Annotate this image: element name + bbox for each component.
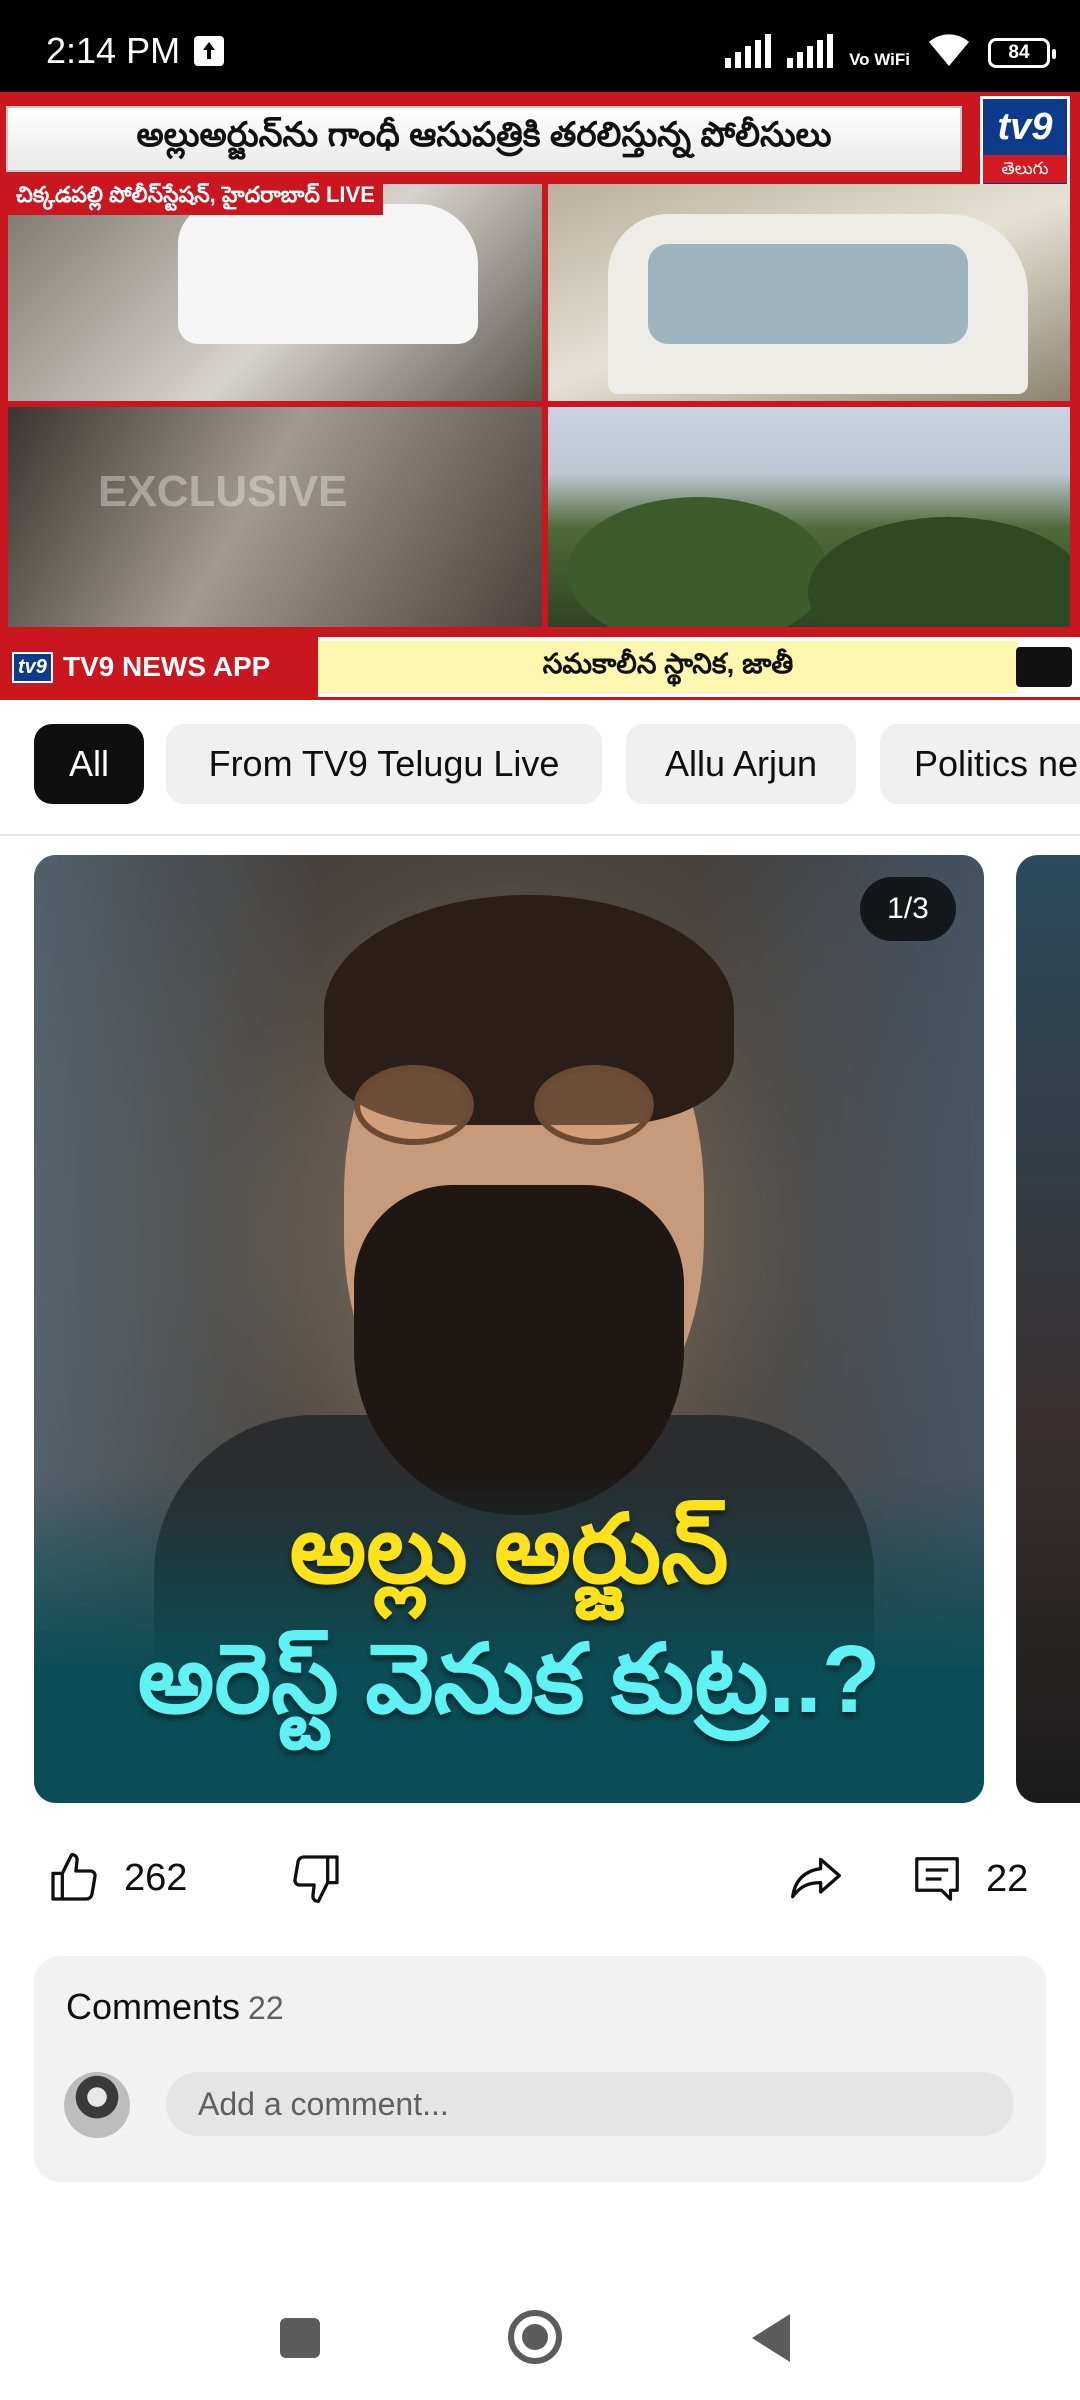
ticker-app-text: TV9 NEWS APP (62, 651, 271, 682)
image-counter: 1/3 (860, 877, 956, 941)
tv9-mini-logo: tv9 (12, 651, 53, 683)
chip-politics[interactable]: Politics ne (880, 724, 1080, 804)
video-feed-tile (548, 184, 1070, 401)
add-comment-input[interactable]: Add a comment... (166, 2072, 1014, 2136)
news-ticker: tv9 TV9 NEWS APP సమకాలీన స్థానిక, జాతీ (0, 637, 1080, 697)
status-bar: 2:14 PM Vo WiFi 84 (0, 0, 1080, 92)
filter-chips: All From TV9 Telugu Live Allu Arjun Poli… (0, 700, 1080, 836)
thumbs-down-icon (288, 1850, 344, 1906)
recents-icon[interactable] (280, 2318, 320, 2358)
location-tag: చిక్కడపల్లి పోలీస్‌స్టేషన్, హైదరాబాద్ LI… (8, 180, 383, 215)
chip-all[interactable]: All (34, 724, 144, 804)
system-nav-bar (0, 2268, 1080, 2400)
comment-button[interactable]: 22 (910, 1850, 1028, 1908)
dislike-button[interactable] (288, 1850, 344, 1906)
signal-icon (787, 34, 834, 68)
status-icons: Vo WiFi 84 (725, 28, 1056, 69)
share-icon (786, 1850, 846, 1906)
back-icon[interactable] (752, 2314, 790, 2362)
video-feed-tile (8, 184, 542, 401)
thumbs-up-icon (46, 1850, 102, 1906)
next-image-preview[interactable] (1016, 855, 1080, 1803)
video-player[interactable]: అల్లుఅర్జున్‌ను గాంధీ ఆసుపత్రికి తరలిస్త… (0, 92, 1080, 700)
wifi-icon (926, 32, 972, 68)
status-time: 2:14 PM (46, 30, 181, 71)
person-glasses (354, 1065, 674, 1145)
image-caption-line2: అరెస్ట్ వెనుక కుట్ర..? (137, 1626, 881, 1733)
like-count: 262 (124, 1856, 188, 1899)
chip-allu-arjun[interactable]: Allu Arjun (626, 724, 856, 804)
video-feed-tile: EXCLUSIVE (8, 407, 542, 627)
vowifi-label: Vo WiFi (849, 50, 910, 69)
person-beard (354, 1185, 684, 1515)
comment-icon (910, 1850, 964, 1908)
chip-from-tv9-telugu-live[interactable]: From TV9 Telugu Live (166, 724, 602, 804)
ticker-text: సమకాలీన స్థానిక, జాతీ (318, 641, 1018, 693)
post-image[interactable]: అల్లు అర్జున్ అరెస్ట్ వెనుక కుట్ర..? 1/3 (34, 855, 984, 1803)
post-actions: 262 22 (0, 1820, 1080, 1940)
comments-panel[interactable]: Comments 22 Add a comment... (34, 1956, 1046, 2182)
video-feed-tile (548, 407, 1070, 627)
tv9-logo-sub: తెలుగు (983, 155, 1067, 183)
tv9-logo-text: tv9 (997, 106, 1053, 148)
comments-label: Comments (66, 1986, 241, 2027)
like-button[interactable]: 262 (46, 1850, 187, 1906)
app-store-badge-icon (1016, 647, 1072, 687)
ticker-app-label: tv9 TV9 NEWS APP (0, 637, 318, 697)
home-icon[interactable] (508, 2310, 562, 2364)
video-watermark: EXCLUSIVE (98, 467, 348, 516)
video-headline: అల్లుఅర్జున్‌ను గాంధీ ఆసుపత్రికి తరలిస్త… (6, 106, 962, 172)
tv9-logo: tv9 తెలుగు (980, 96, 1070, 192)
share-button[interactable] (786, 1850, 846, 1906)
image-caption-line1: అల్లు అర్జున్ (289, 1496, 729, 1603)
comment-count: 22 (986, 1857, 1029, 1900)
battery-icon: 84 (988, 38, 1056, 68)
signal-icon (725, 34, 772, 68)
comments-count: 22 (248, 1990, 284, 2026)
comments-title: Comments 22 (66, 1986, 284, 2028)
avatar (64, 2072, 130, 2138)
upload-icon (194, 36, 224, 66)
